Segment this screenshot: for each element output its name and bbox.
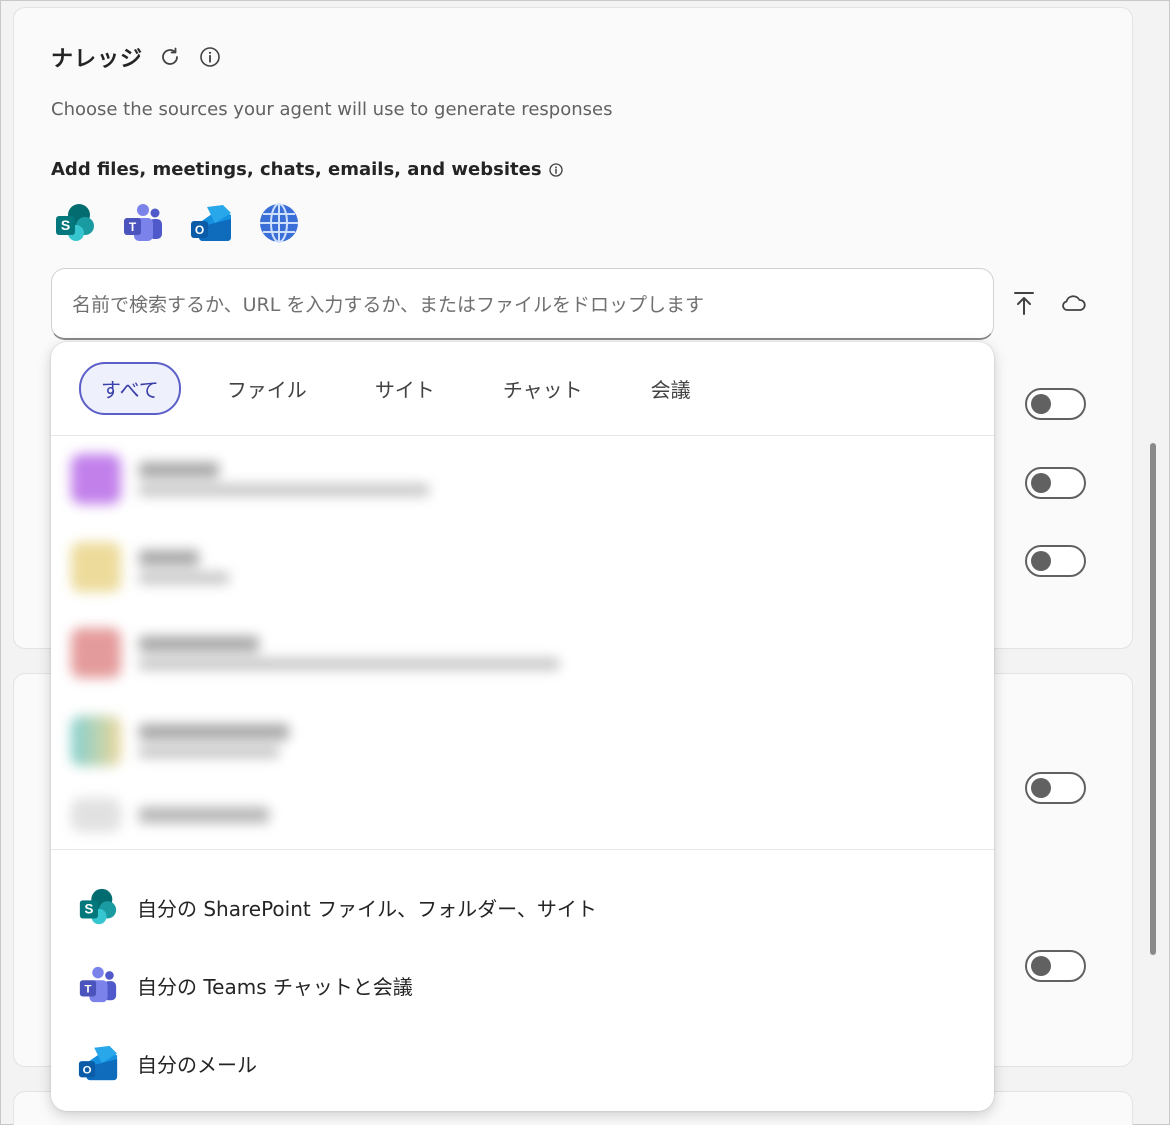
toggle-knob (1031, 473, 1051, 493)
add-sources-label: Add files, meetings, chats, emails, and … (51, 159, 564, 180)
list-item[interactable] (71, 454, 429, 504)
source-app-icons: S T O (53, 201, 301, 245)
source-picker-dropdown: すべて ファイル サイト チャット 会議 S 自分の SharePoint ファ… (51, 342, 994, 1111)
tab-sites[interactable]: サイト (353, 362, 457, 415)
toggle-knob (1031, 956, 1051, 976)
toggle-knob (1031, 551, 1051, 571)
source-toggle[interactable] (1025, 950, 1086, 982)
source-toggle[interactable] (1025, 467, 1086, 499)
filter-tabs: すべて ファイル サイト チャット 会議 (51, 342, 994, 436)
outlook-icon: O (78, 1045, 118, 1081)
teams-icon[interactable]: T (121, 201, 165, 245)
list-item[interactable] (71, 542, 229, 592)
vertical-scrollbar[interactable] (1150, 443, 1156, 955)
svg-text:T: T (84, 984, 91, 996)
source-option-outlook[interactable]: O 自分のメール (51, 1024, 994, 1102)
list-item[interactable] (71, 716, 289, 766)
tab-meetings[interactable]: 会議 (629, 362, 713, 415)
outlook-icon[interactable]: O (189, 201, 233, 245)
list-item[interactable] (71, 798, 269, 832)
search-placeholder: 名前で検索するか、URL を入力するか、またはファイルをドロップします (72, 294, 704, 316)
svg-text:S: S (84, 902, 93, 917)
list-item[interactable] (71, 628, 559, 678)
item-thumbnail (71, 716, 121, 766)
toggle-knob (1031, 778, 1051, 798)
svg-text:O: O (195, 223, 204, 237)
cloud-icon[interactable] (1059, 289, 1087, 317)
add-sources-label-text: Add files, meetings, chats, emails, and … (51, 159, 542, 180)
recent-items-blurred (51, 436, 994, 850)
svg-text:O: O (83, 1065, 92, 1077)
source-option-sharepoint[interactable]: S 自分の SharePoint ファイル、フォルダー、サイト (51, 868, 994, 946)
upload-icon[interactable] (1010, 289, 1038, 317)
source-option-label: 自分の SharePoint ファイル、フォルダー、サイト (137, 896, 597, 921)
toggle-knob (1031, 394, 1051, 414)
teams-icon: T (79, 966, 117, 1003)
source-option-label: 自分の Teams チャットと会議 (137, 974, 413, 999)
sharepoint-icon[interactable]: S (53, 201, 97, 245)
item-thumbnail (71, 542, 121, 592)
page-title: ナレッジ (51, 47, 144, 72)
svg-text:S: S (61, 217, 70, 233)
sharepoint-icon: S (79, 888, 117, 925)
source-option-teams[interactable]: T 自分の Teams チャットと会議 (51, 946, 994, 1024)
source-toggle[interactable] (1025, 772, 1086, 804)
tab-chats[interactable]: チャット (481, 362, 605, 415)
info-icon[interactable] (548, 162, 564, 178)
source-toggle[interactable] (1025, 388, 1086, 420)
tab-all[interactable]: すべて (79, 362, 181, 415)
knowledge-subtitle: Choose the sources your agent will use t… (51, 99, 613, 120)
item-thumbnail (71, 798, 121, 832)
svg-text:T: T (129, 220, 137, 234)
knowledge-header: ナレッジ (51, 41, 223, 73)
info-icon[interactable] (197, 44, 223, 70)
item-thumbnail (71, 454, 121, 504)
item-thumbnail (71, 628, 121, 678)
source-option-label: 自分のメール (137, 1052, 257, 1077)
tab-files[interactable]: ファイル (205, 362, 329, 415)
search-input[interactable]: 名前で検索するか、URL を入力するか、またはファイルをドロップします (51, 268, 994, 340)
source-options: S 自分の SharePoint ファイル、フォルダー、サイト T 自分の Te… (51, 850, 994, 1102)
globe-icon[interactable] (257, 201, 301, 245)
source-toggle[interactable] (1025, 545, 1086, 577)
refresh-icon[interactable] (157, 44, 183, 70)
